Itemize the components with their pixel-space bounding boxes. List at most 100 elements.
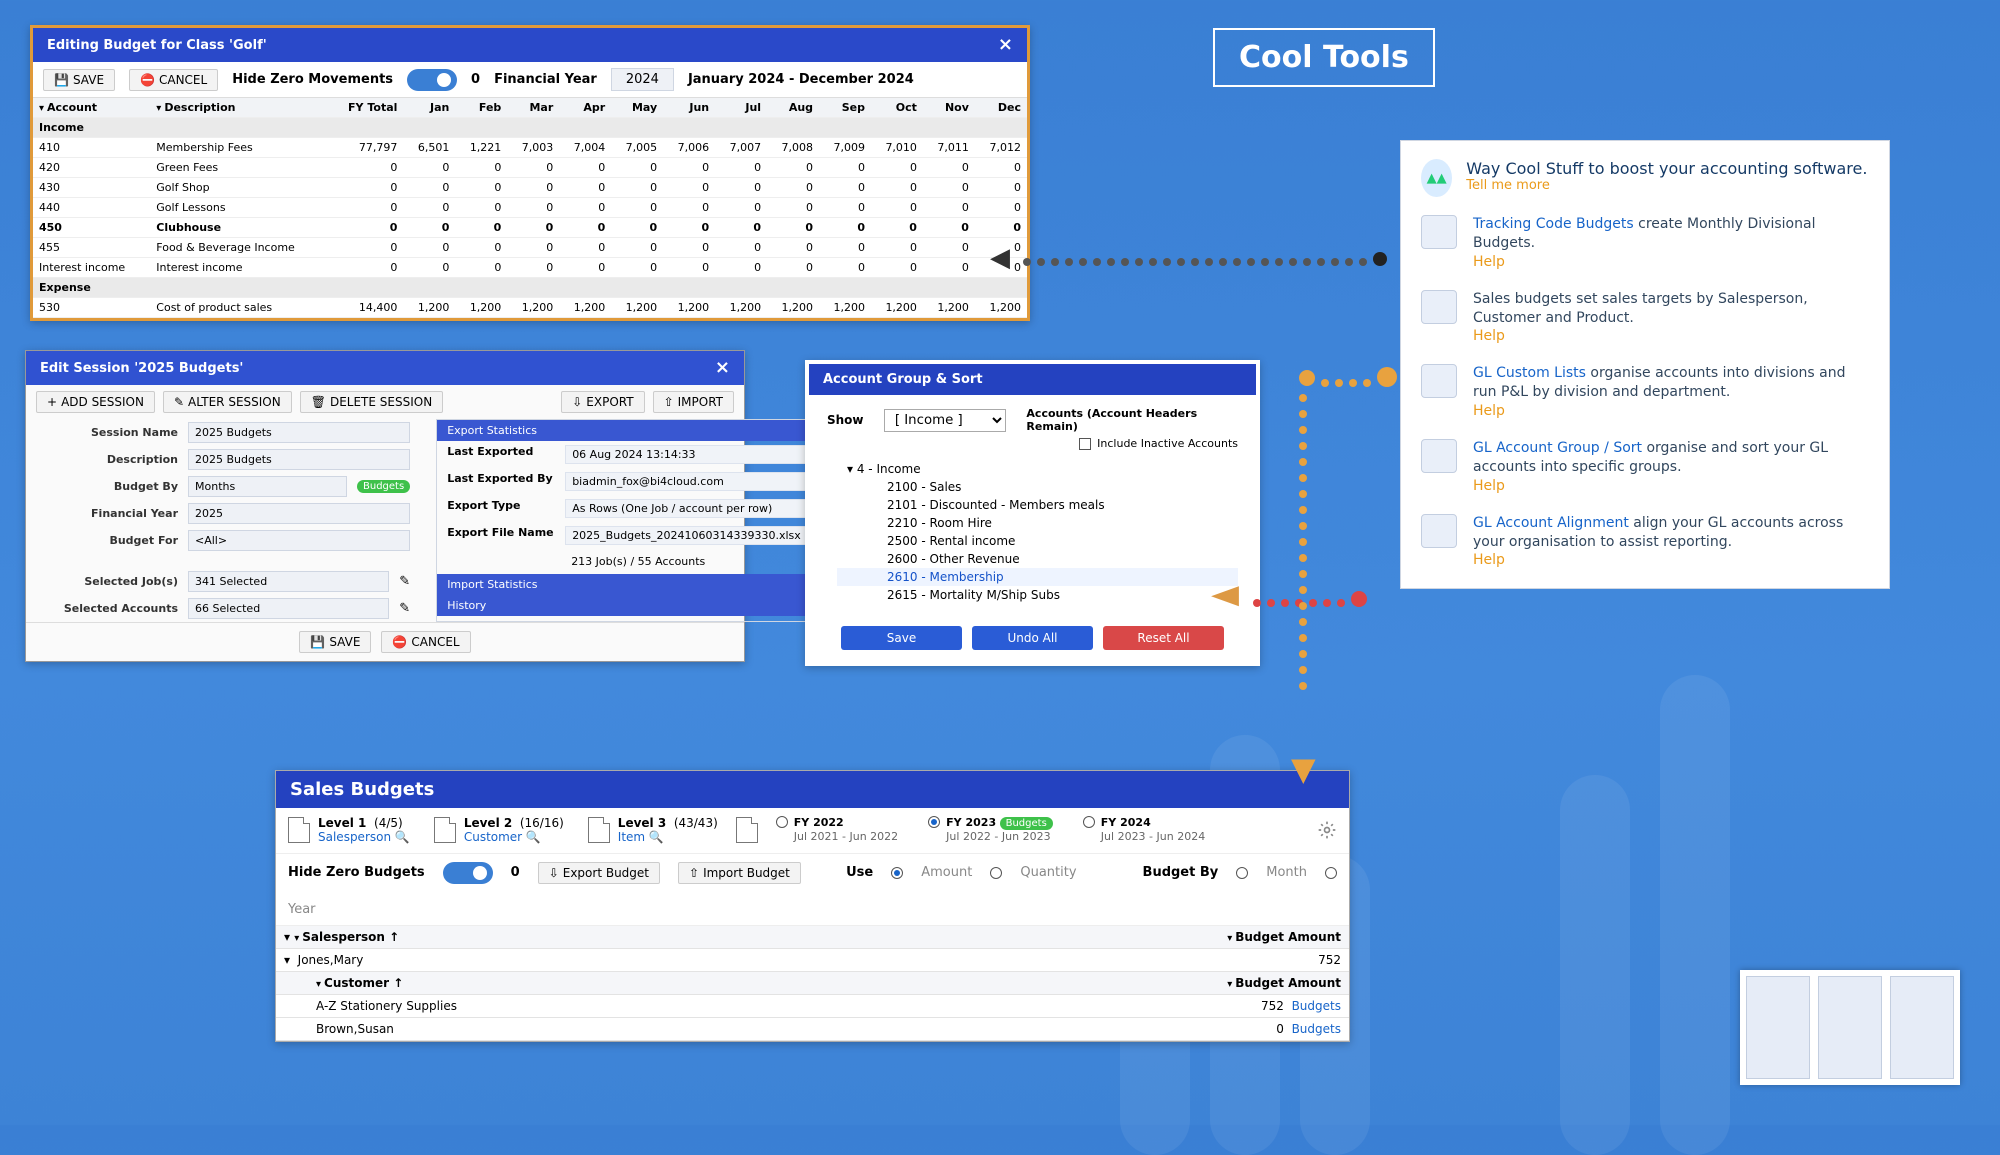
col-jul[interactable]: Jul [715,98,767,118]
table-row[interactable]: 440Golf Lessons0000000000000 [33,198,1027,218]
fy-year[interactable]: 2024 [611,68,674,91]
tree-item[interactable]: 2615 - Mortality M/Ship Subs [837,586,1238,604]
cust-row[interactable]: A-Z Stationery Supplies [276,994,912,1017]
tree-item[interactable]: 2101 - Discounted - Members meals [837,496,1238,514]
gear-icon[interactable] [1317,820,1337,840]
budget-by-input[interactable] [188,476,347,497]
tree-item[interactable]: 2610 - Membership [837,568,1238,586]
level-link[interactable]: Customer 🔍 [464,830,541,844]
close-icon[interactable]: × [715,359,730,377]
tree-item[interactable]: 2210 - Room Hire [837,514,1238,532]
selected-jobs-input[interactable] [188,571,389,592]
budgets-link[interactable]: Budgets [1292,999,1341,1013]
description-input[interactable] [188,449,410,470]
add-session-button[interactable]: + ADD SESSION [36,391,155,413]
hide-zero-toggle[interactable] [407,69,457,91]
table-row[interactable]: 430Golf Shop0000000000000 [33,178,1027,198]
preview-thumbnail[interactable] [1740,970,1960,1085]
tree-root[interactable]: ▾ 4 - Income [837,460,1238,478]
table-row[interactable]: 420Green Fees0000000000000 [33,158,1027,178]
tree-item[interactable]: 2100 - Sales [837,478,1238,496]
tool-link[interactable]: GL Account Alignment [1473,515,1629,531]
col-nov[interactable]: Nov [923,98,975,118]
save-button[interactable]: 💾SAVE [43,69,115,91]
level-link[interactable]: Item 🔍 [618,830,664,844]
col-aug[interactable]: Aug [767,98,819,118]
alter-session-button[interactable]: ✎ ALTER SESSION [163,391,292,413]
tool-link[interactable]: GL Account Group / Sort [1473,440,1642,456]
table-row[interactable]: 450Clubhouse0000000000000 [33,218,1027,238]
export-budget-button[interactable]: ⇩ Export Budget [538,862,660,884]
sp-row[interactable]: ▾ Jones,Mary [276,948,912,971]
show-select[interactable]: [ Income ] [884,409,1007,432]
col-may[interactable]: May [611,98,663,118]
col-oct[interactable]: Oct [871,98,923,118]
table-row[interactable]: Interest incomeInterest income0000000000… [33,258,1027,278]
col-dec[interactable]: Dec [975,98,1027,118]
hide-zero-toggle[interactable] [443,862,493,884]
selected-accounts-input[interactable] [188,598,389,619]
col-salesperson[interactable]: ▾ Salesperson ↑ [276,926,912,949]
reset-all-button[interactable]: Reset All [1103,626,1224,650]
tool-link[interactable]: Tracking Code Budgets [1473,216,1634,232]
import-button[interactable]: ⇧ IMPORT [653,391,734,413]
help-link[interactable]: Help [1473,328,1505,344]
table-row[interactable]: 530Cost of product sales14,4001,2001,200… [33,298,1027,318]
import-stats-header[interactable]: Import Statistics˅ [437,574,849,595]
financial-year-input[interactable] [188,503,410,524]
fy-radio[interactable] [776,816,788,828]
help-link[interactable]: Help [1473,478,1505,494]
tell-me-more-link[interactable]: Tell me more [1466,178,1550,193]
cust-row[interactable]: Brown,Susan [276,1017,912,1040]
table-row[interactable]: 410Membership Fees77,7976,5011,2217,0037… [33,138,1027,158]
col-jan[interactable]: Jan [403,98,455,118]
close-icon[interactable]: × [998,36,1013,54]
history-header[interactable]: History˅ [437,595,849,616]
table-row[interactable]: 455Food & Beverage Income0000000000000 [33,238,1027,258]
session-name-input[interactable] [188,422,410,443]
save-button[interactable]: 💾 SAVE [299,631,371,653]
import-budget-button[interactable]: ⇧ Import Budget [678,862,801,884]
fy-radio[interactable] [1083,816,1095,828]
cancel-button[interactable]: ⛔CANCEL [129,69,218,91]
col-account[interactable]: Account [33,98,150,118]
tree-item[interactable]: 2600 - Other Revenue [837,550,1238,568]
year-radio[interactable] [1325,867,1337,879]
save-button[interactable]: Save [841,626,962,650]
undo-all-button[interactable]: Undo All [972,626,1093,650]
export-button[interactable]: ⇩ EXPORT [561,391,644,413]
delete-session-button[interactable]: 🗑 DELETE SESSION [300,391,443,413]
amount-radio[interactable] [891,867,903,879]
col-amount-sub[interactable]: Budget Amount [912,971,1349,994]
cancel-button[interactable]: ⛔ CANCEL [381,631,470,653]
quantity-radio[interactable] [990,867,1002,879]
month-radio[interactable] [1236,867,1248,879]
col-feb[interactable]: Feb [455,98,507,118]
tree-item[interactable]: 2500 - Rental income [837,532,1238,550]
export-stats-header[interactable]: Export Statistics˄ [437,420,849,441]
budgets-link[interactable]: Budgets [1292,1022,1341,1036]
col-customer[interactable]: Customer ↑ [276,971,912,994]
doc-icon[interactable] [588,817,610,843]
level-link[interactable]: Salesperson 🔍 [318,830,410,844]
edit-icon[interactable]: ✎ [399,601,410,616]
include-inactive-checkbox[interactable] [1079,438,1091,450]
col-jun[interactable]: Jun [663,98,715,118]
fy-radio[interactable] [928,816,940,828]
edit-icon[interactable]: ✎ [399,574,410,589]
doc-icon[interactable] [434,817,456,843]
col-mar[interactable]: Mar [507,98,559,118]
col-amount[interactable]: Budget Amount [912,926,1349,949]
tool-link[interactable]: GL Custom Lists [1473,365,1586,381]
col-sep[interactable]: Sep [819,98,871,118]
help-link[interactable]: Help [1473,403,1505,419]
doc-icon[interactable] [736,817,758,843]
tool-icon [1421,364,1457,398]
help-link[interactable]: Help [1473,552,1505,568]
budget-for-input[interactable] [188,530,410,551]
col-apr[interactable]: Apr [559,98,611,118]
doc-icon[interactable] [288,817,310,843]
help-link[interactable]: Help [1473,254,1505,270]
col-description[interactable]: Description [150,98,330,118]
col-fy-total[interactable]: FY Total [330,98,403,118]
